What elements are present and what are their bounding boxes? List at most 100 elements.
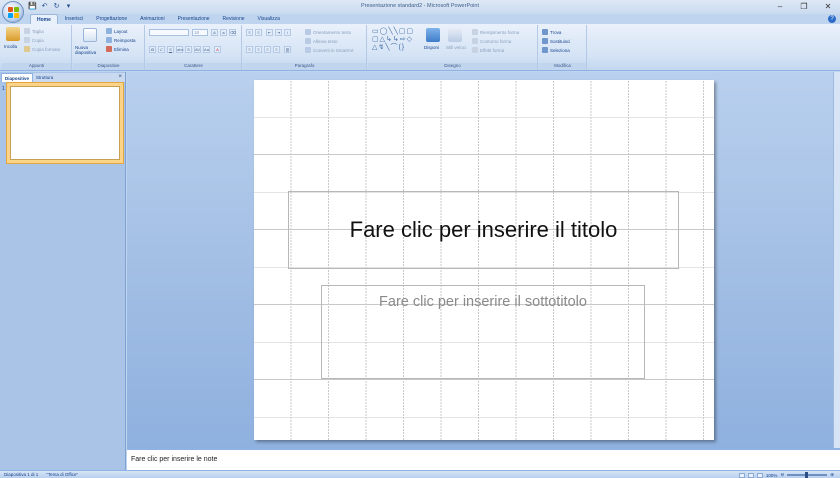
strikethrough-button[interactable]: abc (176, 46, 183, 53)
spacing-button[interactable]: AV (194, 46, 201, 53)
effects-icon (472, 47, 478, 53)
convert-smartart-button[interactable]: Converti in SmartArt (305, 47, 354, 53)
help-icon[interactable]: ? (828, 15, 836, 23)
slide[interactable]: Fare clic per inserire il titolo Fare cl… (254, 80, 714, 440)
layout-button[interactable]: Layout (106, 28, 128, 34)
quick-styles-icon (448, 28, 462, 42)
font-name-field[interactable] (149, 29, 189, 36)
tab-animations[interactable]: Animazioni (134, 14, 170, 24)
align-center-button[interactable]: ≡ (255, 46, 262, 53)
bullets-button[interactable]: ≡ (246, 29, 253, 36)
normal-view-button[interactable] (738, 472, 745, 478)
tab-slideshow[interactable]: Presentazione (172, 14, 216, 24)
font-color-button[interactable]: A (214, 46, 221, 53)
slide-thumbnail[interactable] (6, 82, 124, 164)
group-drawing: ▭◯╲╲▢▢ ▢△↳↳⇨◇ △↯╲⌒(} Disponi Stili veloci … (368, 25, 538, 70)
select-button[interactable]: Seleziona (542, 47, 570, 53)
window-title: Presentazione standard2 - Microsoft Powe… (360, 3, 479, 9)
shadow-button[interactable]: S (185, 46, 192, 53)
slideshow-view-button[interactable] (756, 472, 763, 478)
sorter-view-button[interactable] (747, 472, 754, 478)
justify-button[interactable]: ≡ (273, 46, 280, 53)
tab-home[interactable]: Home (30, 14, 58, 24)
increase-indent-button[interactable]: ⇥ (275, 29, 282, 36)
copy-button[interactable]: Copia (24, 37, 44, 43)
layout-icon (106, 28, 112, 34)
shrink-font-button[interactable]: a (220, 29, 227, 36)
close-button[interactable]: ✕ (816, 1, 840, 13)
tab-review[interactable]: Revisione (217, 14, 251, 24)
zoom-out-icon[interactable]: ⊖ (780, 472, 784, 478)
text-direction-button[interactable]: Orientamento testo (305, 29, 351, 35)
align-left-button[interactable]: ≡ (246, 46, 253, 53)
delete-slide-button[interactable]: Elimina (106, 46, 129, 52)
find-button[interactable]: Trova (542, 29, 561, 35)
office-button[interactable] (2, 1, 24, 23)
status-right: 100% ⊖ ⊕ (738, 472, 834, 478)
underline-button[interactable]: S (167, 46, 174, 53)
window-controls: – ❐ ✕ (768, 1, 840, 13)
slides-pane-tabs: Diapositive Struttura × (1, 73, 125, 82)
minimize-button[interactable]: – (768, 1, 792, 13)
group-label-drawing: Disegno (368, 63, 537, 70)
numbering-button[interactable]: ≡ (255, 29, 262, 36)
replace-button[interactable]: Sostituisci (542, 38, 570, 44)
group-label-paragraph: Paragrafo (243, 63, 366, 70)
line-spacing-button[interactable]: ↕ (284, 29, 291, 36)
format-painter-button[interactable]: Copia formato (24, 46, 60, 52)
binoculars-icon (542, 29, 548, 35)
title-placeholder[interactable]: Fare clic per inserire il titolo (288, 191, 679, 269)
arrange-button[interactable]: Disponi (424, 45, 439, 50)
zoom-level[interactable]: 100% (766, 473, 778, 478)
theme-status[interactable]: "Tema di Office" (46, 472, 78, 477)
arrange-icon (426, 28, 440, 42)
columns-button[interactable]: ▥ (284, 46, 291, 53)
tab-slides[interactable]: Diapositive (1, 73, 34, 82)
align-right-button[interactable]: ≡ (264, 46, 271, 53)
tab-insert[interactable]: Inserisci (59, 14, 89, 24)
paste-button[interactable]: Incolla (4, 44, 17, 49)
smartart-icon (305, 47, 311, 53)
group-font: 18 A a ⌫ G C S abc S AV Aa A Carattere (146, 25, 242, 70)
shape-fill-button[interactable]: Riempimento forma (472, 29, 519, 35)
grow-font-button[interactable]: A (211, 29, 218, 36)
tab-design[interactable]: Progettazione (90, 14, 133, 24)
outline-icon (472, 38, 478, 44)
office-logo-icon (7, 6, 19, 18)
replace-icon (542, 38, 548, 44)
new-slide-button[interactable]: Nuova diapositiva (75, 45, 103, 55)
align-text-button[interactable]: Allinea testo (305, 38, 338, 44)
reset-button[interactable]: Reimposta (106, 37, 136, 43)
shape-outline-button[interactable]: Contorno forma (472, 38, 511, 44)
zoom-in-icon[interactable]: ⊕ (830, 472, 834, 478)
tab-view[interactable]: Visualizza (252, 14, 286, 24)
group-slides: Nuova diapositiva Layout Reimposta Elimi… (73, 25, 145, 70)
clear-format-button[interactable]: ⌫ (229, 29, 236, 36)
decrease-indent-button[interactable]: ⇤ (266, 29, 273, 36)
quick-styles-button[interactable]: Stili veloci (446, 45, 466, 50)
new-slide-icon (83, 28, 97, 42)
vertical-scrollbar[interactable] (833, 72, 840, 448)
font-size-field[interactable]: 18 (192, 29, 208, 36)
change-case-button[interactable]: Aa (203, 46, 210, 53)
maximize-button[interactable]: ❐ (792, 1, 816, 13)
group-label-editing: Modifica (539, 63, 586, 70)
tab-outline[interactable]: Struttura (33, 73, 56, 82)
zoom-slider[interactable] (787, 472, 828, 478)
close-pane-icon[interactable]: × (118, 74, 122, 80)
group-editing: Trova Sostituisci Seleziona Modifica (539, 25, 587, 70)
bold-button[interactable]: G (149, 46, 156, 53)
title-bar: 💾 ↶ ↻ ▾ Presentazione standard2 - Micros… (0, 0, 840, 14)
subtitle-placeholder[interactable]: Fare clic per inserire il sottotitolo (321, 285, 645, 379)
cursor-icon (542, 47, 548, 53)
shape-effects-button[interactable]: Effetti forma (472, 47, 504, 53)
cut-button[interactable]: Taglia (24, 28, 44, 34)
text-direction-icon (305, 29, 311, 35)
notes-pane[interactable]: Fare clic per inserire le note (127, 448, 840, 470)
zoom-slider-knob[interactable] (805, 472, 809, 478)
fill-icon (472, 29, 478, 35)
slide-count-status: Diapositiva 1 di 1 (4, 472, 39, 477)
shapes-gallery[interactable]: ▭◯╲╲▢▢ ▢△↳↳⇨◇ △↯╲⌒(} (372, 28, 414, 52)
group-label-slides: Diapositive (73, 63, 144, 70)
italic-button[interactable]: C (158, 46, 165, 53)
